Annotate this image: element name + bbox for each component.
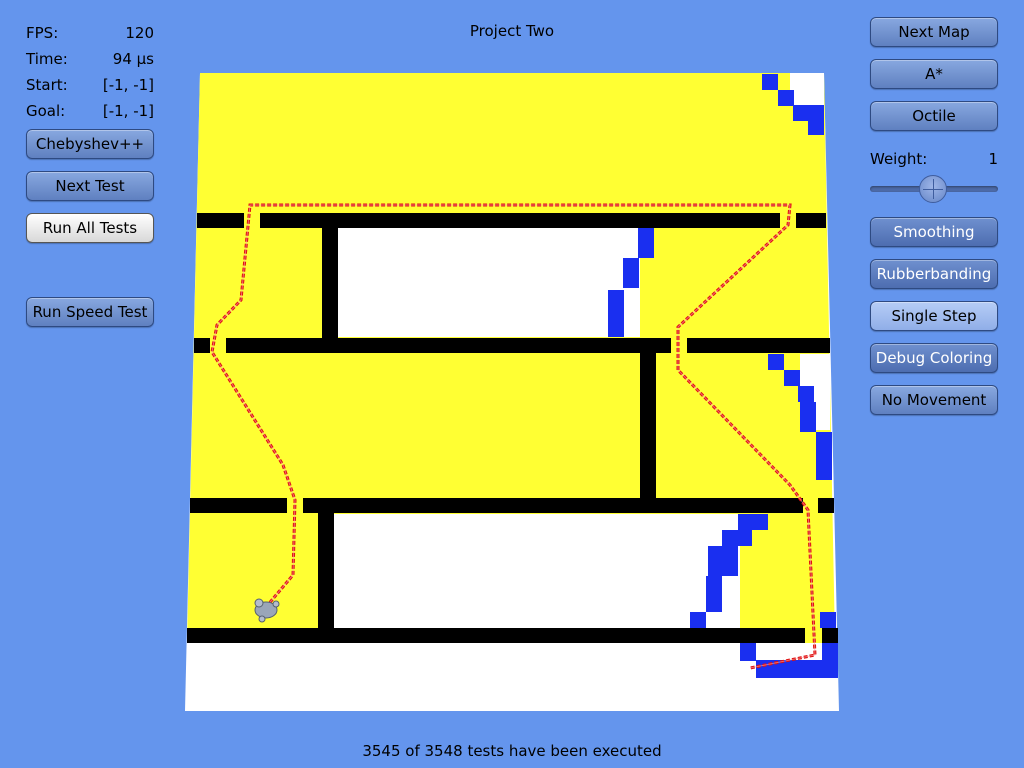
white-strip (187, 643, 740, 711)
status-text: 3545 of 3548 tests have been executed (362, 742, 662, 760)
white-room (334, 514, 740, 628)
pathfinding-map[interactable] (0, 0, 1024, 768)
white-corner (790, 73, 824, 105)
white-room (338, 228, 640, 337)
